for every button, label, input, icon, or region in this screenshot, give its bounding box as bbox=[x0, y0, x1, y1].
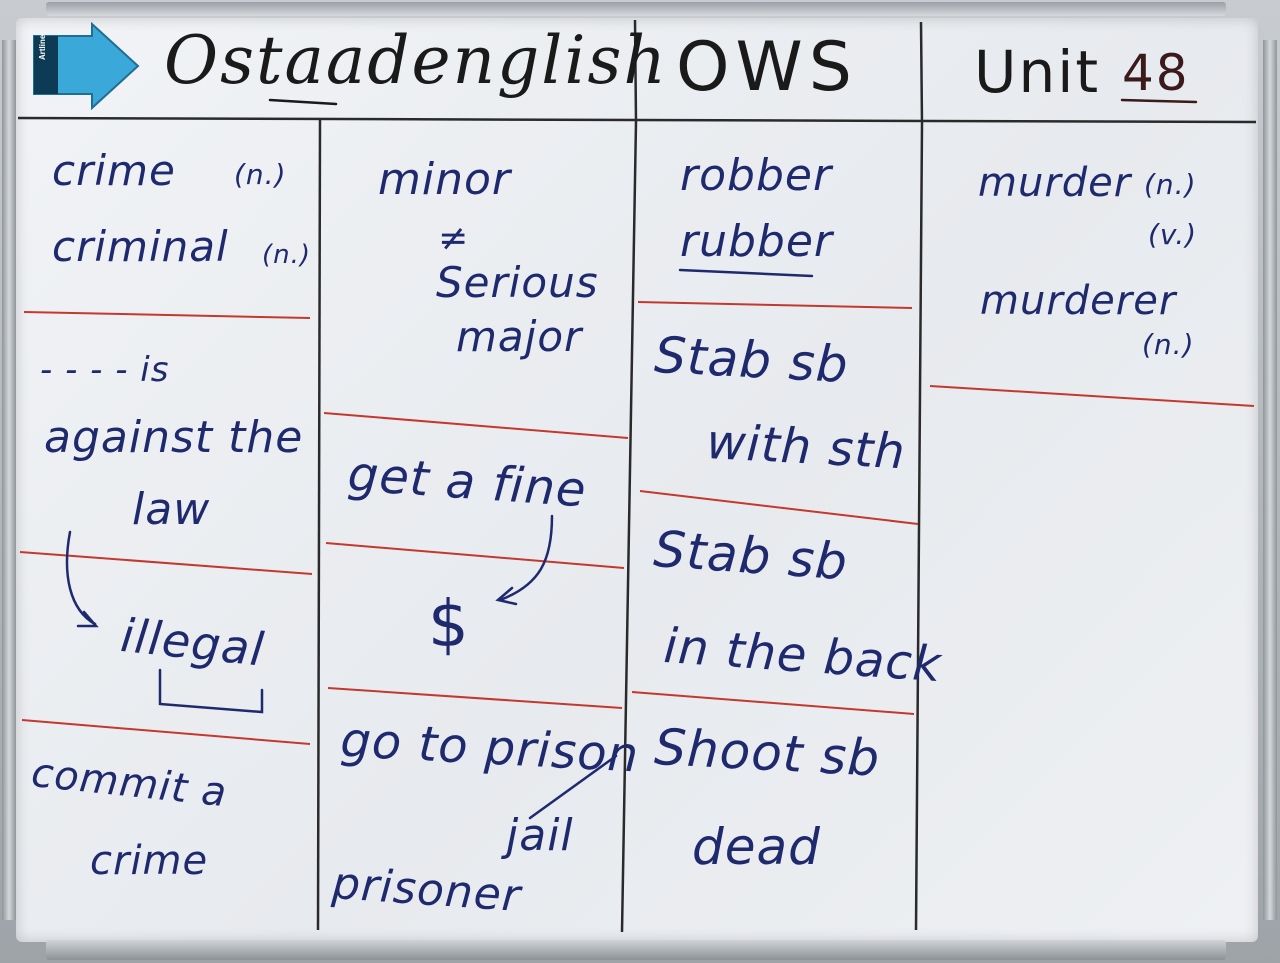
red-line bbox=[325, 542, 625, 569]
rubber-underline bbox=[678, 268, 814, 278]
word-jail: jail bbox=[506, 810, 574, 861]
unit-number: 48 bbox=[1122, 44, 1190, 102]
murder-noun-tag: (n.) bbox=[1144, 168, 1197, 201]
word-murderer: murderer bbox=[980, 278, 1177, 324]
series-title: OWS bbox=[676, 28, 858, 107]
red-line bbox=[637, 301, 913, 309]
red-line bbox=[327, 687, 623, 709]
red-line bbox=[631, 691, 915, 715]
unit-label: Unit bbox=[974, 38, 1101, 106]
column-divider-2 bbox=[620, 121, 638, 933]
not-equal-symbol: ≠ bbox=[438, 218, 470, 259]
taa-underline bbox=[268, 98, 338, 106]
site-title: Ostaadenglish bbox=[164, 22, 668, 99]
phrase-stab-sb: Stab sb bbox=[652, 326, 851, 395]
criminal-pos: (n.) bbox=[262, 240, 312, 270]
word-dead: dead bbox=[692, 818, 821, 876]
red-line bbox=[639, 490, 919, 525]
red-line bbox=[323, 412, 629, 439]
word-crime: crime bbox=[52, 146, 176, 195]
word-crime-2: crime bbox=[90, 838, 209, 884]
red-line bbox=[19, 551, 313, 575]
word-murder: murder bbox=[978, 160, 1132, 206]
word-serious: Serious bbox=[436, 258, 599, 307]
header-divider-2 bbox=[919, 21, 924, 125]
board-grid bbox=[17, 19, 1257, 933]
dollar-sign: $ bbox=[428, 588, 470, 662]
column-divider-3 bbox=[914, 123, 924, 931]
arrow-to-illegal bbox=[65, 530, 97, 626]
red-line bbox=[21, 719, 311, 745]
red-line bbox=[23, 311, 311, 319]
phrase-shoot-sb: Shoot sb bbox=[652, 718, 882, 788]
phrase-against-the: against the bbox=[44, 412, 304, 463]
murder-verb-tag: (v.) bbox=[1148, 218, 1198, 251]
eraser-brand: Artline bbox=[38, 34, 47, 60]
word-rubber: rubber bbox=[680, 216, 833, 267]
blank-is: - - - - is bbox=[40, 350, 170, 390]
word-law: law bbox=[132, 484, 211, 535]
word-major: major bbox=[456, 312, 583, 361]
murderer-noun-tag: (n.) bbox=[1142, 328, 1195, 361]
phrase-with-sth: with sth bbox=[705, 414, 908, 481]
word-robber: robber bbox=[680, 150, 833, 201]
illegal-bracket bbox=[158, 668, 264, 714]
crime-pos: (n.) bbox=[234, 158, 287, 191]
word-minor: minor bbox=[378, 154, 511, 205]
red-line bbox=[929, 385, 1255, 407]
word-criminal: criminal bbox=[52, 222, 229, 271]
column-divider-1 bbox=[316, 119, 322, 931]
